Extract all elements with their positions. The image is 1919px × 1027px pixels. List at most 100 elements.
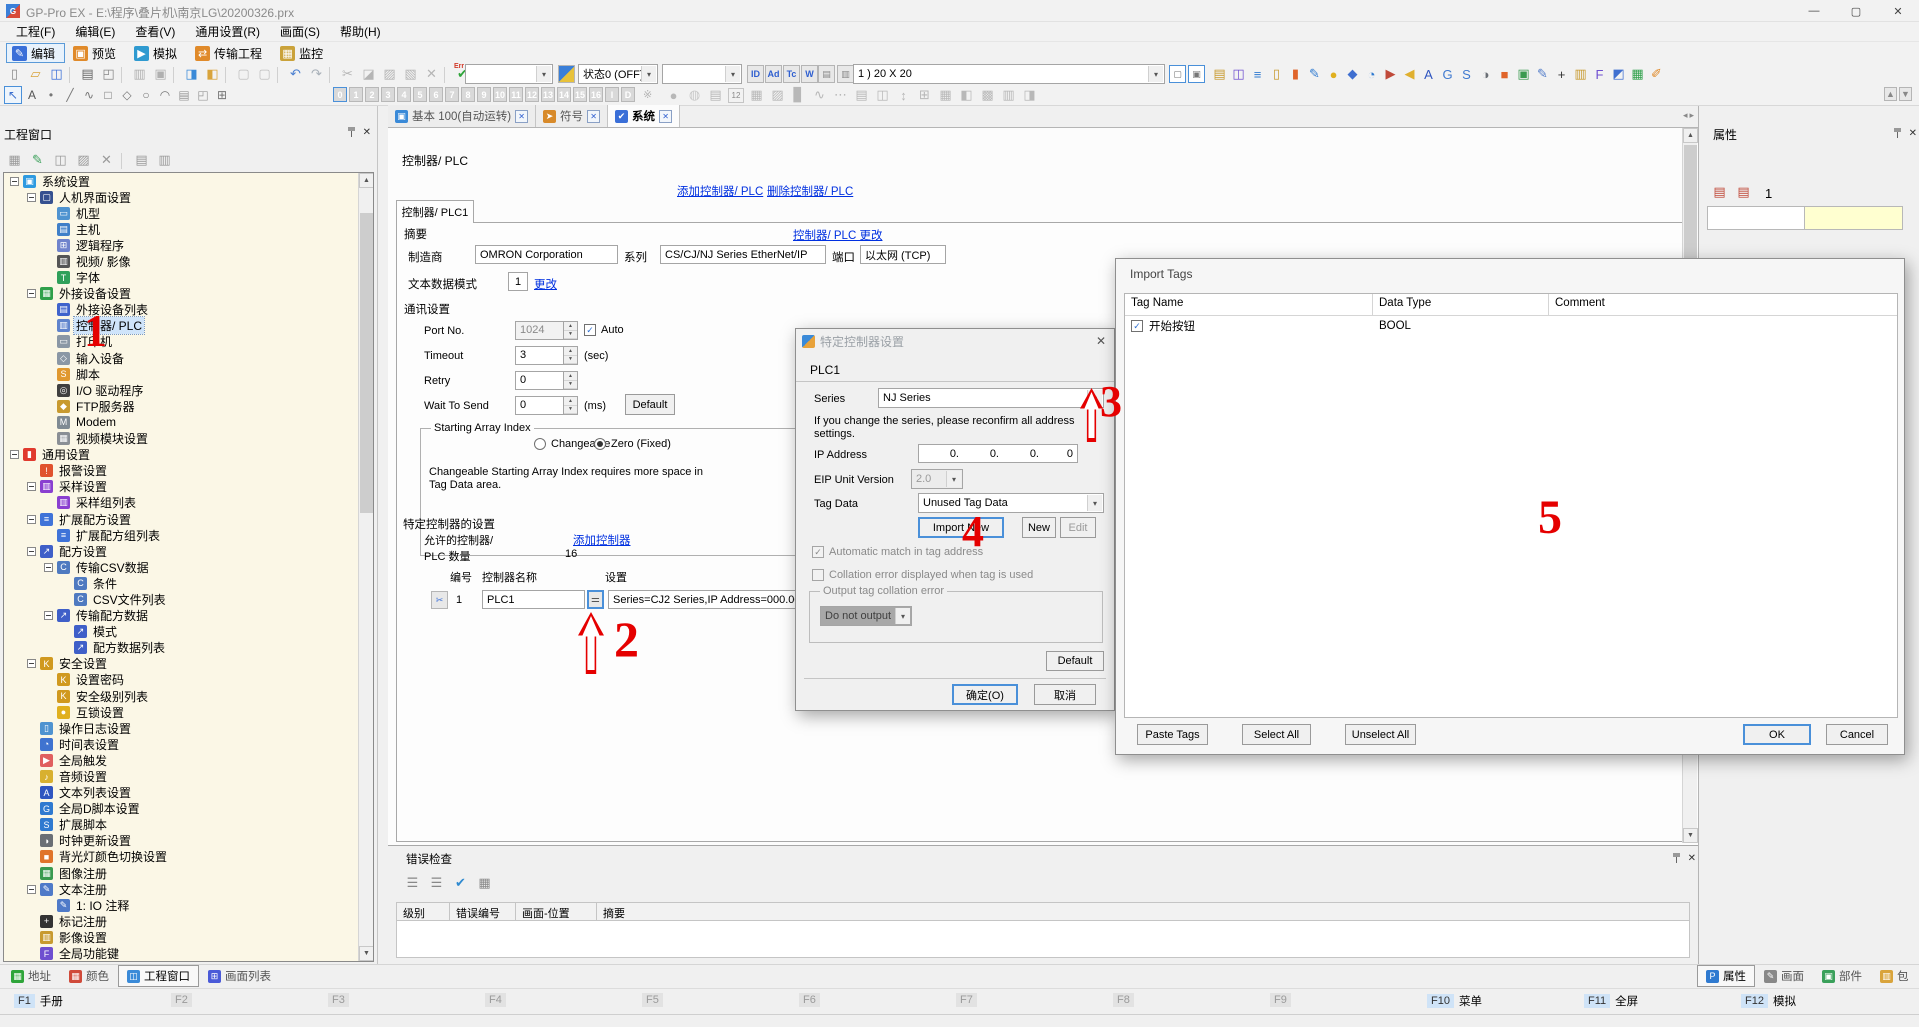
- add-plc-link[interactable]: 添加控制器/ PLC: [677, 183, 763, 199]
- doc-tab-close-icon[interactable]: ✕: [587, 110, 600, 123]
- toolbar-icon[interactable]: ◍: [684, 85, 705, 105]
- layer-button-16[interactable]: 16: [589, 87, 603, 102]
- menu-编辑(E)[interactable]: 编辑(E): [65, 22, 125, 41]
- layer-button-7[interactable]: 7: [445, 87, 459, 102]
- parts-icon[interactable]: G: [1438, 64, 1457, 84]
- auto-checkbox[interactable]: [584, 324, 596, 336]
- tree-item-配方数据列表[interactable]: ↗配方数据列表: [4, 640, 373, 656]
- tree-item-安全设置[interactable]: K安全设置: [4, 656, 373, 672]
- tree-item-外接设备列表[interactable]: ▤外接设备列表: [4, 302, 373, 318]
- parts-icon[interactable]: ▮: [1286, 64, 1305, 84]
- zoom-combo[interactable]: [465, 64, 553, 84]
- ok-button[interactable]: OK: [1743, 724, 1811, 745]
- error-recheck-icon[interactable]: ✔: [450, 873, 471, 893]
- page-scroll-down-icon[interactable]: ▼: [1683, 828, 1698, 843]
- doc-tab-符号[interactable]: ➤符号✕: [536, 105, 608, 127]
- toolbar-icon[interactable]: ⊞: [914, 85, 935, 105]
- tree-item-CSV文件列表[interactable]: CCSV文件列表: [4, 591, 373, 607]
- parts-icon[interactable]: ◆: [1343, 64, 1362, 84]
- tree-item-输入设备[interactable]: ◇输入设备: [4, 350, 373, 366]
- tagdata-dropdown[interactable]: Unused Tag Data: [918, 493, 1104, 513]
- dot-tool-icon[interactable]: •: [42, 86, 60, 104]
- ok-button-cn[interactable]: 确定(O): [952, 684, 1018, 705]
- print-icon[interactable]: ▤: [77, 64, 98, 84]
- bottom-tab-地址[interactable]: ▦地址: [2, 965, 60, 987]
- tree-item-脚本[interactable]: S脚本: [4, 366, 373, 382]
- layer-button-2[interactable]: 2: [365, 87, 379, 102]
- Retry-input[interactable]: 0▲▼: [515, 371, 578, 390]
- tree-item-模式[interactable]: ↗模式: [4, 624, 373, 640]
- parts-icon[interactable]: ◔: [1362, 64, 1381, 84]
- tree-item-条件[interactable]: C条件: [4, 575, 373, 591]
- import-tag-row[interactable]: 开始按钮BOOL: [1125, 316, 1897, 336]
- fkey-F12[interactable]: F12模拟: [1741, 993, 1796, 1009]
- tree-item-配方设置[interactable]: ↗配方设置: [4, 543, 373, 559]
- tree-item-FTP服务器[interactable]: ◆FTP服务器: [4, 398, 373, 414]
- tree-item-传输配方数据[interactable]: ↗传输配方数据: [4, 608, 373, 624]
- tree-item-文本注册[interactable]: ✎文本注册: [4, 881, 373, 897]
- fkey-F10[interactable]: F10菜单: [1427, 993, 1482, 1009]
- doc1-icon[interactable]: ▤: [131, 150, 152, 170]
- tree-item-机型[interactable]: ▭机型: [4, 205, 373, 221]
- tree-item-视频/ 影像[interactable]: ▥视频/ 影像: [4, 253, 373, 269]
- doc-tab-close-icon[interactable]: ✕: [515, 110, 528, 123]
- parts-icon[interactable]: F: [1590, 64, 1609, 84]
- toolbar-icon[interactable]: ◧: [956, 85, 977, 105]
- scale-tool-icon[interactable]: ▤: [175, 86, 193, 104]
- id-button-W[interactable]: W: [801, 65, 818, 83]
- undo-icon[interactable]: ↶: [285, 64, 306, 84]
- copy-node-icon[interactable]: ◫: [50, 150, 71, 170]
- doc2-icon[interactable]: ▥: [154, 150, 175, 170]
- mode-button-编辑[interactable]: ✎编辑: [6, 43, 65, 63]
- layer-button-11[interactable]: 11: [509, 87, 523, 102]
- table-tool-icon[interactable]: ⊞: [213, 86, 231, 104]
- Port No.-input[interactable]: 1024▲▼: [515, 321, 578, 340]
- tree-item-Modem[interactable]: MModem: [4, 414, 373, 430]
- layer-button-15[interactable]: 15: [573, 87, 587, 102]
- tab-scroll-left-icon[interactable]: ◂: [1683, 110, 1688, 121]
- tree-item-时间表设置[interactable]: ◔时间表设置: [4, 736, 373, 752]
- select-all-button[interactable]: Select All: [1242, 724, 1311, 745]
- tree-item-主机[interactable]: ▤主机: [4, 221, 373, 237]
- props-sort-icon[interactable]: ▤: [1733, 182, 1754, 202]
- error-close-icon[interactable]: ✕: [1688, 853, 1696, 864]
- dialog-close-icon[interactable]: ✕: [1096, 334, 1106, 348]
- tree-item-人机界面设置[interactable]: ▢人机界面设置: [4, 189, 373, 205]
- unselect-all-button[interactable]: Unselect All: [1345, 724, 1416, 745]
- change-plc-link[interactable]: 控制器/ PLC 更改: [793, 227, 882, 243]
- mode-button-预览[interactable]: ▣预览: [67, 43, 126, 63]
- minimize-button[interactable]: —: [1793, 0, 1835, 22]
- paste-icon[interactable]: ▨: [379, 64, 400, 84]
- plc1-tab[interactable]: 控制器/ PLC1: [396, 200, 474, 223]
- toolbar-icon[interactable]: ▤: [851, 85, 872, 105]
- error-pin-icon[interactable]: [1671, 852, 1682, 864]
- tree-item-音频设置[interactable]: ♪音频设置: [4, 768, 373, 784]
- camera-icon[interactable]: ▣: [150, 64, 171, 84]
- tree-item-采样组列表[interactable]: ▥采样组列表: [4, 495, 373, 511]
- Timeout-input[interactable]: 3▲▼: [515, 346, 578, 365]
- error-grid-icon[interactable]: ▦: [474, 873, 495, 893]
- id-button-Ad[interactable]: Ad: [765, 65, 782, 83]
- bottom-tab-部件[interactable]: ▣部件: [1813, 965, 1871, 987]
- toolbar-icon[interactable]: ▦: [746, 85, 767, 105]
- series-dropdown[interactable]: NJ Series: [878, 388, 1104, 408]
- close-button[interactable]: ✕: [1877, 0, 1919, 22]
- tree-item-打印机[interactable]: ▭打印机: [4, 334, 373, 350]
- delete-row-icon[interactable]: ✂: [431, 591, 448, 609]
- properties-close-icon[interactable]: ✕: [1909, 128, 1917, 139]
- pin-icon[interactable]: [346, 126, 357, 138]
- bottom-tab-包[interactable]: ▥包: [1871, 965, 1918, 987]
- delete-plc-link[interactable]: 删除控制器/ PLC: [767, 183, 853, 199]
- tree-item-采样设置[interactable]: ▥采样设置: [4, 479, 373, 495]
- layer-button-0[interactable]: 0: [333, 87, 347, 102]
- new-button[interactable]: New: [1022, 517, 1056, 538]
- screen-size-combo[interactable]: 1 ) 20 X 20: [853, 64, 1165, 84]
- layer-button-14[interactable]: 14: [557, 87, 571, 102]
- toolbar-icon[interactable]: ▩: [977, 85, 998, 105]
- layer-button-I[interactable]: I: [605, 87, 619, 102]
- auto-checkbox-row[interactable]: Auto: [584, 324, 624, 336]
- paste-node-icon[interactable]: ▨: [73, 150, 94, 170]
- tree-item-影像设置[interactable]: ▥影像设置: [4, 929, 373, 945]
- fkey-F11[interactable]: F11全屏: [1584, 993, 1638, 1009]
- parts-icon[interactable]: ▶: [1381, 64, 1400, 84]
